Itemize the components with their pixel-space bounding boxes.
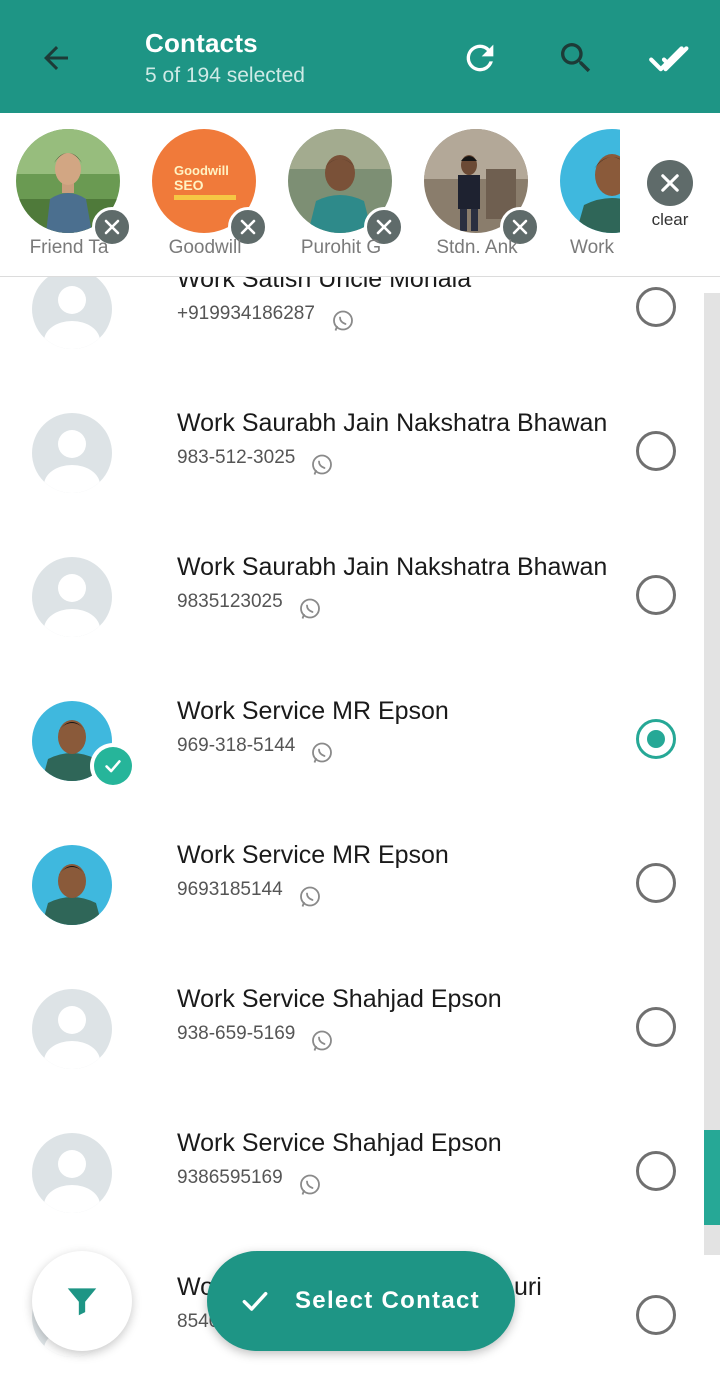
default-avatar-icon — [32, 277, 112, 349]
page-title: Contacts — [145, 28, 258, 58]
whatsapp-icon — [300, 886, 320, 907]
select-radio[interactable] — [636, 431, 676, 471]
whatsapp-icon — [312, 742, 332, 763]
contacts-screen: Contacts 5 of 194 selected Friend Ta Goo… — [0, 0, 720, 1389]
filter-icon — [67, 1288, 97, 1316]
check-icon — [105, 760, 121, 773]
whatsapp-icon — [312, 454, 332, 475]
avatar-logo: Goodwill SEO — [174, 163, 236, 200]
close-icon — [240, 219, 256, 235]
contact-phone: 9693185144 — [177, 879, 283, 900]
chip-name: Friend Ta — [29, 237, 109, 258]
select-radio[interactable] — [636, 1151, 676, 1191]
selected-contacts-strip: Friend Ta Goodwill SEO Goodwill Purohit … — [0, 113, 720, 277]
select-radio[interactable] — [636, 719, 676, 759]
select-radio[interactable] — [636, 1295, 676, 1335]
clear-button[interactable] — [647, 160, 693, 206]
filter-button[interactable] — [32, 1251, 132, 1351]
list-item[interactable]: Work Satish Uncle Mohala +919934186287 — [0, 277, 700, 413]
contact-phone: 969-318-5144 — [177, 735, 296, 756]
whatsapp-icon — [300, 598, 320, 619]
search-icon — [561, 43, 591, 73]
selected-chip[interactable]: Goodwill SEO Goodwill — [150, 129, 268, 269]
scrollbar-thumb[interactable] — [704, 1130, 720, 1225]
selected-chip[interactable]: Work — [558, 129, 620, 269]
contact-phone: 9835123025 — [177, 591, 283, 612]
close-icon — [376, 219, 392, 235]
default-avatar-icon — [32, 989, 112, 1069]
contact-name: Work Saurabh Jain Nakshatra Bhawan — [177, 553, 608, 581]
contact-phone: 9386595169 — [177, 1167, 283, 1188]
list-item[interactable]: Work Saurabh Jain Nakshatra Bhawan 983-5… — [0, 409, 700, 557]
select-radio[interactable] — [636, 575, 676, 615]
avatar — [560, 129, 620, 233]
close-icon — [512, 219, 528, 235]
contact-name: Work Service MR Epson — [177, 697, 449, 725]
default-avatar-icon — [32, 1133, 112, 1213]
contact-name: Work Service Shahjad Epson — [177, 1129, 502, 1157]
selected-chip[interactable]: Purohit G — [286, 129, 404, 269]
avatar — [32, 845, 112, 925]
contact-name: Work Service MR Epson — [177, 841, 449, 869]
contact-name: Work Satish Uncle Mohala — [177, 277, 472, 293]
default-avatar-icon — [32, 557, 112, 637]
contact-name: Work Service Shahjad Epson — [177, 985, 502, 1013]
contact-phone: 983-512-3025 — [177, 447, 296, 468]
contacts-list: Work Satish Uncle Mohala +919934186287 W… — [0, 277, 720, 1389]
list-item[interactable]: Work Service MR Epson 9693185144 — [0, 841, 700, 989]
chip-name: Work — [570, 237, 614, 258]
whatsapp-icon — [333, 310, 353, 331]
clear-label: clear — [651, 210, 689, 229]
chip-name: Goodwill — [168, 237, 242, 258]
whatsapp-icon — [300, 1174, 320, 1195]
contact-name-tail: uri — [514, 1273, 542, 1301]
close-icon — [661, 174, 679, 192]
list-item[interactable]: Work Service MR Epson 969-318-5144 — [0, 697, 700, 845]
contact-phone: 938-659-5169 — [177, 1023, 296, 1044]
check-icon — [242, 1291, 268, 1311]
selected-chip[interactable]: Stdn. Ank — [422, 129, 540, 269]
chip-name: Purohit G — [300, 237, 382, 258]
whatsapp-icon — [312, 1030, 332, 1051]
search-button[interactable] — [548, 30, 604, 86]
close-icon — [104, 219, 120, 235]
select-radio[interactable] — [636, 287, 676, 327]
select-contact-button[interactable]: Select Contact — [207, 1251, 515, 1351]
list-item[interactable]: Work Saurabh Jain Nakshatra Bhawan 98351… — [0, 553, 700, 701]
selected-chip[interactable]: Friend Ta — [14, 129, 132, 269]
app-bar: Contacts 5 of 194 selected — [0, 0, 720, 113]
default-avatar-icon — [32, 413, 112, 493]
clear-selection[interactable]: clear — [636, 160, 704, 236]
refresh-button[interactable] — [452, 30, 508, 86]
back-arrow-icon — [44, 46, 68, 70]
list-item[interactable]: Work Service Shahjad Epson 938-659-5169 — [0, 985, 700, 1133]
select-all-button[interactable] — [644, 30, 700, 86]
select-radio[interactable] — [636, 1007, 676, 1047]
select-radio[interactable] — [636, 863, 676, 903]
select-contact-label: Select Contact — [295, 1287, 480, 1314]
select-all-icon — [649, 46, 689, 72]
refresh-icon — [466, 44, 494, 72]
contact-name: Work Saurabh Jain Nakshatra Bhawan — [177, 409, 608, 437]
scrollbar-track[interactable] — [704, 293, 720, 1255]
selection-count: 5 of 194 selected — [145, 64, 305, 87]
selected-badge — [90, 743, 136, 789]
chip-name: Stdn. Ank — [436, 237, 518, 258]
contact-phone: +919934186287 — [177, 303, 315, 324]
back-button[interactable] — [28, 30, 84, 86]
